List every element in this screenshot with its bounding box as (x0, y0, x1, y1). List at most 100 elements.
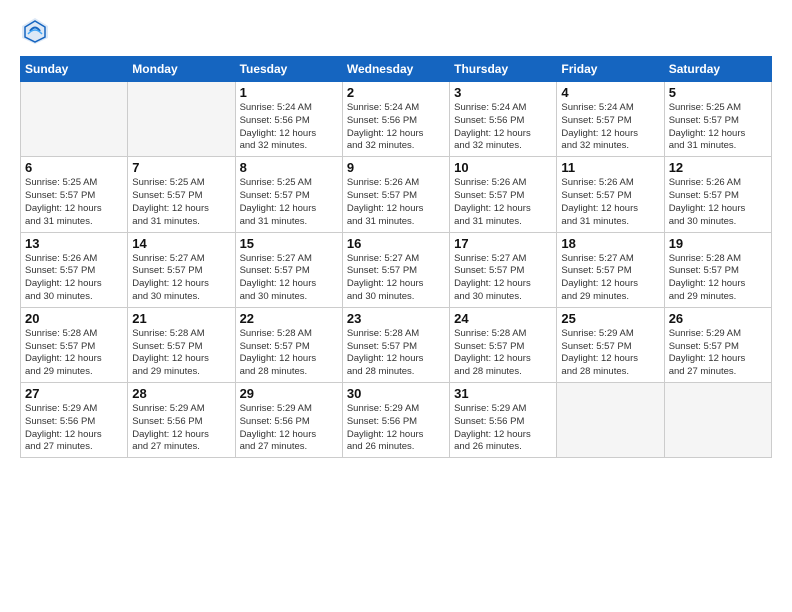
day-info: Sunrise: 5:25 AM Sunset: 5:57 PM Dayligh… (25, 177, 123, 228)
day-info: Sunrise: 5:25 AM Sunset: 5:57 PM Dayligh… (132, 177, 230, 228)
day-number: 3 (454, 85, 552, 100)
weekday-header-sunday: Sunday (21, 57, 128, 82)
day-number: 24 (454, 311, 552, 326)
day-info: Sunrise: 5:26 AM Sunset: 5:57 PM Dayligh… (454, 177, 552, 228)
calendar-cell: 20 Sunrise: 5:28 AM Sunset: 5:57 PM Dayli… (21, 307, 128, 382)
day-info: Sunrise: 5:29 AM Sunset: 5:56 PM Dayligh… (347, 403, 445, 454)
calendar-cell: 23 Sunrise: 5:28 AM Sunset: 5:57 PM Dayli… (342, 307, 449, 382)
day-info: Sunrise: 5:27 AM Sunset: 5:57 PM Dayligh… (561, 253, 659, 304)
logo-icon (20, 16, 50, 46)
day-number: 16 (347, 236, 445, 251)
calendar-cell: 2 Sunrise: 5:24 AM Sunset: 5:56 PM Daylig… (342, 82, 449, 157)
day-number: 20 (25, 311, 123, 326)
day-info: Sunrise: 5:28 AM Sunset: 5:57 PM Dayligh… (25, 328, 123, 379)
day-number: 23 (347, 311, 445, 326)
day-number: 12 (669, 160, 767, 175)
calendar-cell: 13 Sunrise: 5:26 AM Sunset: 5:57 PM Dayli… (21, 232, 128, 307)
day-info: Sunrise: 5:27 AM Sunset: 5:57 PM Dayligh… (132, 253, 230, 304)
calendar-cell: 26 Sunrise: 5:29 AM Sunset: 5:57 PM Dayli… (664, 307, 771, 382)
calendar-cell: 25 Sunrise: 5:29 AM Sunset: 5:57 PM Dayli… (557, 307, 664, 382)
day-number: 25 (561, 311, 659, 326)
weekday-header-row: SundayMondayTuesdayWednesdayThursdayFrid… (21, 57, 772, 82)
day-info: Sunrise: 5:24 AM Sunset: 5:56 PM Dayligh… (240, 102, 338, 153)
day-number: 27 (25, 386, 123, 401)
day-number: 19 (669, 236, 767, 251)
day-info: Sunrise: 5:26 AM Sunset: 5:57 PM Dayligh… (25, 253, 123, 304)
day-number: 28 (132, 386, 230, 401)
calendar-cell: 18Sunrise: 5:27 AM Sunset: 5:57 PM Dayli… (557, 232, 664, 307)
day-info: Sunrise: 5:28 AM Sunset: 5:57 PM Dayligh… (454, 328, 552, 379)
calendar-cell: 29Sunrise: 5:29 AM Sunset: 5:56 PM Dayli… (235, 383, 342, 458)
calendar-table: SundayMondayTuesdayWednesdayThursdayFrid… (20, 56, 772, 458)
day-info: Sunrise: 5:24 AM Sunset: 5:56 PM Dayligh… (454, 102, 552, 153)
day-info: Sunrise: 5:28 AM Sunset: 5:57 PM Dayligh… (347, 328, 445, 379)
page: SundayMondayTuesdayWednesdayThursdayFrid… (0, 0, 792, 612)
day-info: Sunrise: 5:26 AM Sunset: 5:57 PM Dayligh… (561, 177, 659, 228)
day-number: 2 (347, 85, 445, 100)
day-info: Sunrise: 5:27 AM Sunset: 5:57 PM Dayligh… (347, 253, 445, 304)
calendar-cell: 30 Sunrise: 5:29 AM Sunset: 5:56 PM Dayli… (342, 383, 449, 458)
day-info: Sunrise: 5:27 AM Sunset: 5:57 PM Dayligh… (240, 253, 338, 304)
calendar-cell (128, 82, 235, 157)
week-row-1: 6Sunrise: 5:25 AM Sunset: 5:57 PM Daylig… (21, 157, 772, 232)
day-number: 26 (669, 311, 767, 326)
header (20, 16, 772, 46)
calendar-cell: 21 Sunrise: 5:28 AM Sunset: 5:57 PM Dayli… (128, 307, 235, 382)
day-number: 8 (240, 160, 338, 175)
calendar-cell: 4 Sunrise: 5:24 AM Sunset: 5:57 PM Daylig… (557, 82, 664, 157)
calendar-cell: 5Sunrise: 5:25 AM Sunset: 5:57 PM Daylig… (664, 82, 771, 157)
calendar-cell: 11 Sunrise: 5:26 AM Sunset: 5:57 PM Dayli… (557, 157, 664, 232)
calendar-cell: 8 Sunrise: 5:25 AM Sunset: 5:57 PM Daylig… (235, 157, 342, 232)
day-info: Sunrise: 5:29 AM Sunset: 5:57 PM Dayligh… (561, 328, 659, 379)
weekday-header-saturday: Saturday (664, 57, 771, 82)
week-row-0: 1Sunrise: 5:24 AM Sunset: 5:56 PM Daylig… (21, 82, 772, 157)
day-info: Sunrise: 5:28 AM Sunset: 5:57 PM Dayligh… (669, 253, 767, 304)
day-info: Sunrise: 5:28 AM Sunset: 5:57 PM Dayligh… (132, 328, 230, 379)
day-info: Sunrise: 5:29 AM Sunset: 5:56 PM Dayligh… (454, 403, 552, 454)
day-number: 30 (347, 386, 445, 401)
day-number: 11 (561, 160, 659, 175)
calendar-cell: 16 Sunrise: 5:27 AM Sunset: 5:57 PM Dayli… (342, 232, 449, 307)
day-number: 7 (132, 160, 230, 175)
calendar-cell: 19 Sunrise: 5:28 AM Sunset: 5:57 PM Dayli… (664, 232, 771, 307)
day-number: 15 (240, 236, 338, 251)
day-number: 10 (454, 160, 552, 175)
calendar-cell: 7 Sunrise: 5:25 AM Sunset: 5:57 PM Daylig… (128, 157, 235, 232)
day-number: 4 (561, 85, 659, 100)
week-row-3: 20 Sunrise: 5:28 AM Sunset: 5:57 PM Dayli… (21, 307, 772, 382)
logo (20, 16, 54, 46)
weekday-header-thursday: Thursday (450, 57, 557, 82)
calendar-cell: 14 Sunrise: 5:27 AM Sunset: 5:57 PM Dayli… (128, 232, 235, 307)
day-info: Sunrise: 5:27 AM Sunset: 5:57 PM Dayligh… (454, 253, 552, 304)
calendar-cell: 22 Sunrise: 5:28 AM Sunset: 5:57 PM Dayli… (235, 307, 342, 382)
calendar-cell: 10 Sunrise: 5:26 AM Sunset: 5:57 PM Dayli… (450, 157, 557, 232)
day-number: 17 (454, 236, 552, 251)
calendar-cell: 15 Sunrise: 5:27 AM Sunset: 5:57 PM Dayli… (235, 232, 342, 307)
week-row-4: 27 Sunrise: 5:29 AM Sunset: 5:56 PM Dayli… (21, 383, 772, 458)
day-number: 14 (132, 236, 230, 251)
week-row-2: 13 Sunrise: 5:26 AM Sunset: 5:57 PM Dayli… (21, 232, 772, 307)
day-number: 31 (454, 386, 552, 401)
calendar-cell: 17 Sunrise: 5:27 AM Sunset: 5:57 PM Dayli… (450, 232, 557, 307)
calendar-cell (664, 383, 771, 458)
day-number: 21 (132, 311, 230, 326)
calendar-cell: 9Sunrise: 5:26 AM Sunset: 5:57 PM Daylig… (342, 157, 449, 232)
day-number: 22 (240, 311, 338, 326)
calendar-cell: 27 Sunrise: 5:29 AM Sunset: 5:56 PM Dayli… (21, 383, 128, 458)
day-info: Sunrise: 5:29 AM Sunset: 5:57 PM Dayligh… (669, 328, 767, 379)
calendar-cell: 31 Sunrise: 5:29 AM Sunset: 5:56 PM Dayli… (450, 383, 557, 458)
day-info: Sunrise: 5:29 AM Sunset: 5:56 PM Dayligh… (240, 403, 338, 454)
day-number: 5 (669, 85, 767, 100)
day-number: 13 (25, 236, 123, 251)
calendar-cell (21, 82, 128, 157)
calendar-cell: 24 Sunrise: 5:28 AM Sunset: 5:57 PM Dayli… (450, 307, 557, 382)
day-info: Sunrise: 5:24 AM Sunset: 5:57 PM Dayligh… (561, 102, 659, 153)
weekday-header-monday: Monday (128, 57, 235, 82)
day-info: Sunrise: 5:25 AM Sunset: 5:57 PM Dayligh… (240, 177, 338, 228)
calendar-cell: 12Sunrise: 5:26 AM Sunset: 5:57 PM Dayli… (664, 157, 771, 232)
day-info: Sunrise: 5:29 AM Sunset: 5:56 PM Dayligh… (25, 403, 123, 454)
day-info: Sunrise: 5:24 AM Sunset: 5:56 PM Dayligh… (347, 102, 445, 153)
day-info: Sunrise: 5:28 AM Sunset: 5:57 PM Dayligh… (240, 328, 338, 379)
calendar-cell: 6Sunrise: 5:25 AM Sunset: 5:57 PM Daylig… (21, 157, 128, 232)
day-number: 9 (347, 160, 445, 175)
